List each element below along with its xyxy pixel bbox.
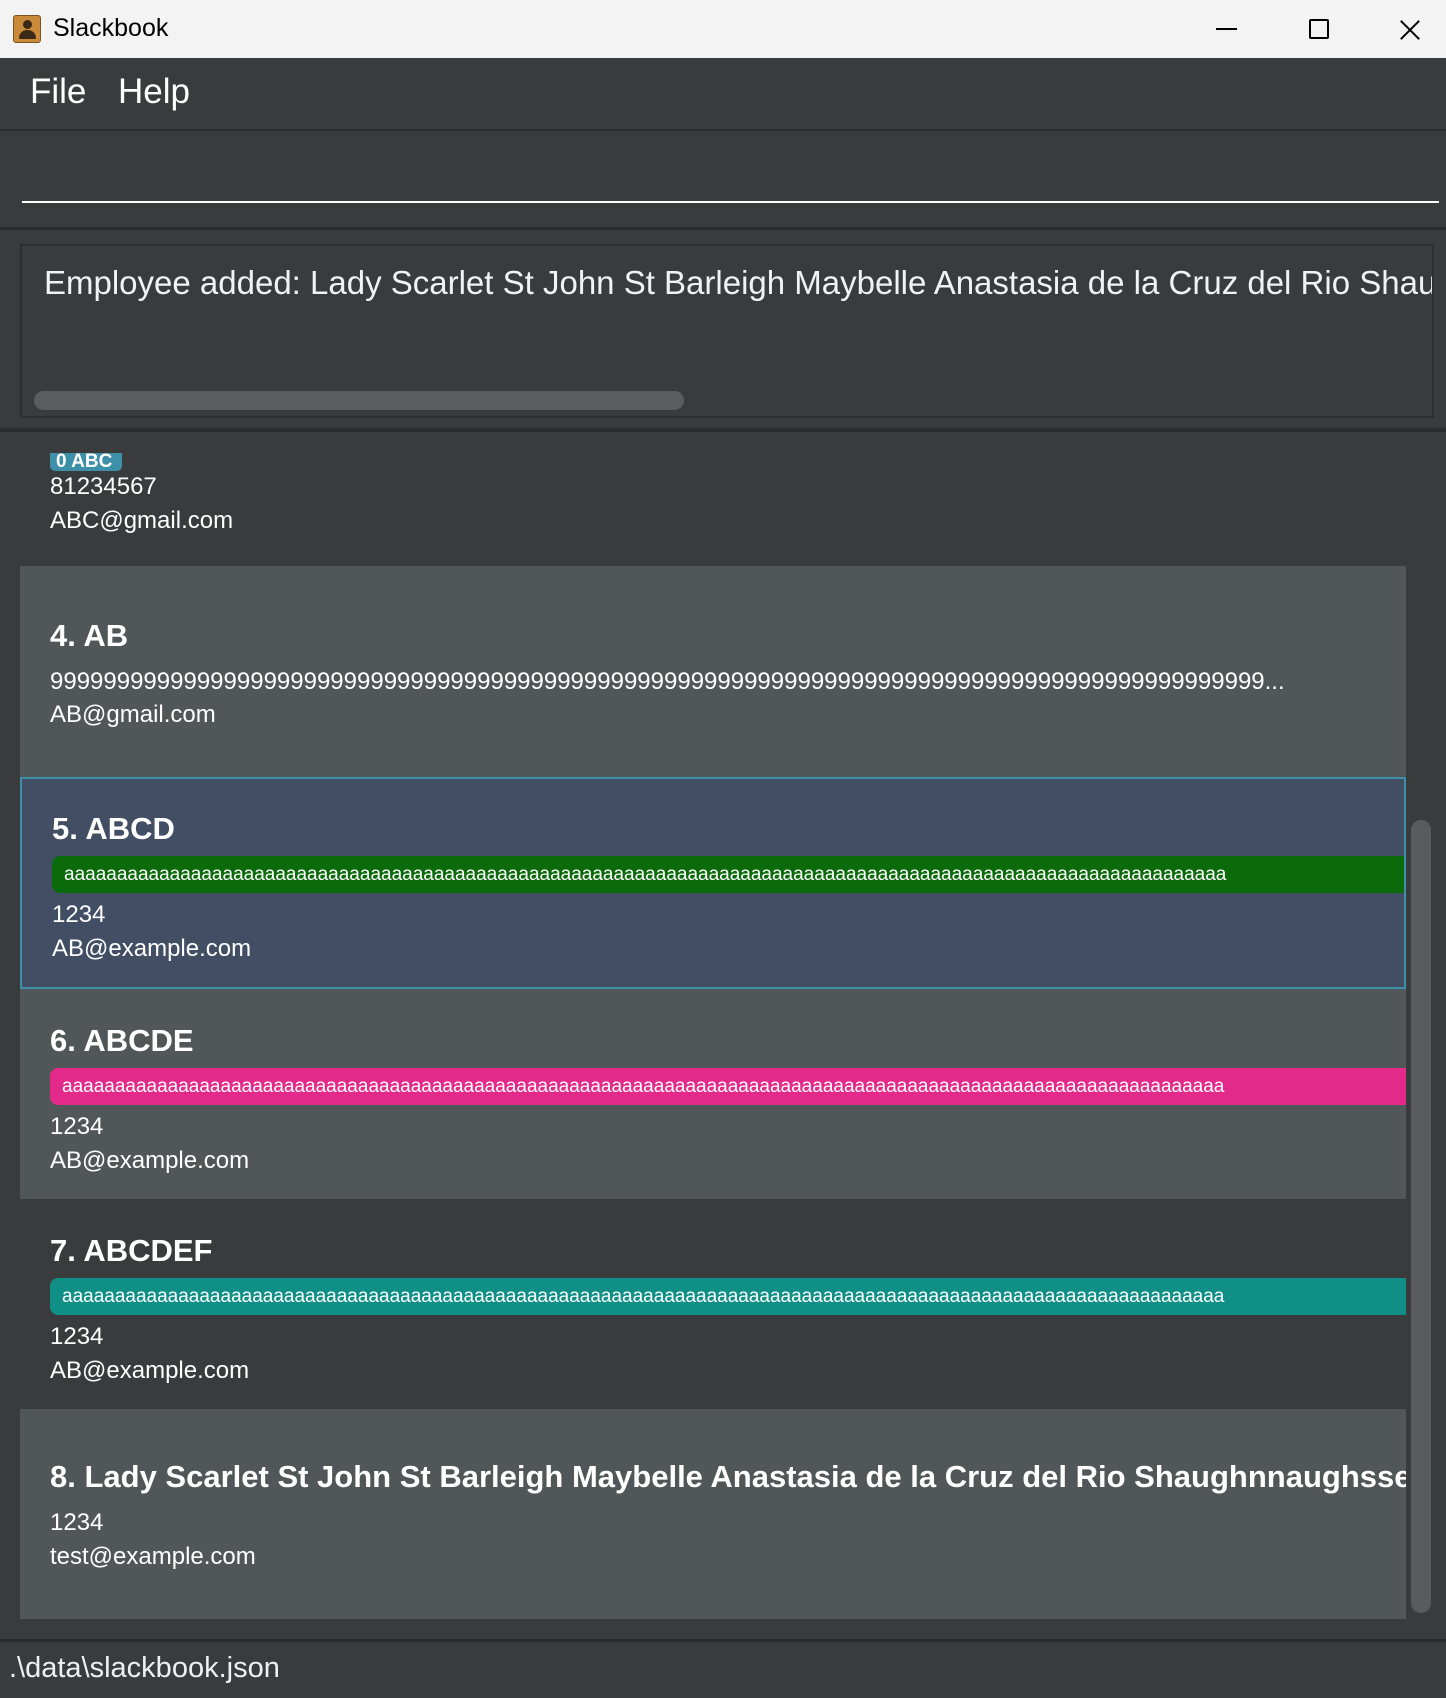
card-phone: 9999999999999999999999999999999999999999… — [50, 668, 1285, 695]
result-horizontal-scrollbar[interactable] — [34, 391, 684, 410]
result-message: Employee added: Lady Scarlet St John St … — [44, 264, 1434, 301]
list-item[interactable]: 6. ABCDE aaaaaaaaaaaaaaaaaaaaaaaaaaaaaaa… — [20, 989, 1406, 1199]
minimize-button[interactable] — [1180, 0, 1272, 58]
list-item[interactable]: 8. Lady Scarlet St John St Barleigh Mayb… — [20, 1409, 1406, 1619]
menu-file[interactable]: File — [30, 72, 86, 112]
divider — [0, 428, 1446, 432]
card-phone: 1234 — [50, 1323, 104, 1350]
list-item[interactable]: 0 ABC 81234567 ABC@gmail.com — [20, 453, 1406, 566]
close-button[interactable] — [1364, 0, 1446, 58]
maximize-button[interactable] — [1272, 0, 1364, 58]
tag-badge: 0 ABC — [50, 453, 122, 471]
card-name: 5. ABCD — [52, 811, 175, 846]
list-vertical-scrollbar[interactable] — [1411, 820, 1431, 1613]
card-phone: 1234 — [50, 1509, 104, 1536]
card-email: AB@example.com — [50, 1147, 250, 1174]
title-bar: Slackbook — [0, 0, 1446, 59]
list-item[interactable]: 7. ABCDEF aaaaaaaaaaaaaaaaaaaaaaaaaaaaaa… — [20, 1199, 1406, 1409]
window-title: Slackbook — [53, 14, 169, 42]
card-name: 7. ABCDEF — [50, 1233, 213, 1268]
tag-badge: aaaaaaaaaaaaaaaaaaaaaaaaaaaaaaaaaaaaaaaa… — [52, 856, 1404, 893]
list-item-selected[interactable]: 5. ABCD aaaaaaaaaaaaaaaaaaaaaaaaaaaaaaaa… — [20, 777, 1406, 989]
card-email: AB@example.com — [50, 1357, 250, 1384]
card-email: ABC@gmail.com — [50, 507, 234, 534]
card-name: 6. ABCDE — [50, 1023, 194, 1058]
result-display: Employee added: Lady Scarlet St John St … — [20, 244, 1434, 418]
contact-book-icon — [13, 15, 41, 43]
save-file-path: .\data\slackbook.json — [9, 1652, 280, 1684]
status-bar: .\data\slackbook.json — [0, 1639, 1446, 1698]
command-input[interactable] — [22, 151, 1439, 203]
card-name: 4. AB — [50, 618, 129, 653]
command-box — [0, 131, 1446, 230]
tag-badge: aaaaaaaaaaaaaaaaaaaaaaaaaaaaaaaaaaaaaaaa… — [50, 1068, 1406, 1105]
card-email: AB@example.com — [52, 935, 252, 962]
employee-list[interactable]: 0 ABC 81234567 ABC@gmail.com 4. AB 99999… — [20, 453, 1406, 1619]
card-email: test@example.com — [50, 1543, 256, 1570]
menu-bar: File Help — [0, 58, 1446, 131]
tag-badge: aaaaaaaaaaaaaaaaaaaaaaaaaaaaaaaaaaaaaaaa… — [50, 1278, 1406, 1315]
menu-help[interactable]: Help — [118, 72, 190, 112]
card-email: AB@gmail.com — [50, 701, 216, 728]
list-item[interactable]: 4. AB 9999999999999999999999999999999999… — [20, 566, 1406, 777]
card-name: 8. Lady Scarlet St John St Barleigh Mayb… — [50, 1459, 1406, 1494]
card-phone: 1234 — [52, 901, 106, 928]
card-phone: 81234567 — [50, 473, 157, 500]
card-phone: 1234 — [50, 1113, 104, 1140]
